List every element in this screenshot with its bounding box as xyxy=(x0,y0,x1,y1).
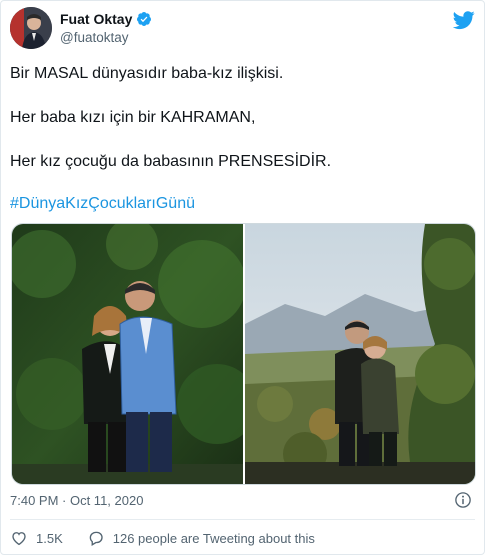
hashtag-link[interactable]: #DünyaKızÇocuklarıGünü xyxy=(10,193,195,215)
photo-garden[interactable] xyxy=(12,224,243,484)
heart-icon xyxy=(12,532,26,546)
tweet-line-2: Her baba kızı için bir KAHRAMAN, xyxy=(10,109,256,126)
photo-mountain[interactable] xyxy=(244,224,475,484)
author-handle[interactable]: @fuatoktay xyxy=(60,30,129,45)
tweet-media xyxy=(11,223,476,485)
tweet-line-1: Bir MASAL dünyasıdır baba-kız ilişkisi. xyxy=(10,65,284,82)
avatar[interactable] xyxy=(10,7,52,49)
info-icon[interactable] xyxy=(454,491,472,509)
divider xyxy=(10,519,475,520)
verified-badge-icon xyxy=(137,12,152,26)
tweeting-about-action[interactable]: 126 people are Tweeting about this xyxy=(87,529,315,547)
author-name[interactable]: Fuat Oktay xyxy=(60,11,132,27)
like-count: 1.5K xyxy=(36,530,63,546)
tweet-actions: 1.5K 126 people are Tweeting about this xyxy=(10,529,339,547)
tweet-header: Fuat Oktay @fuatoktay xyxy=(10,7,477,51)
tweet-card: Fuat Oktay @fuatoktay Bir MASAL dünyasıd… xyxy=(0,0,485,555)
tweet-line-3: Her kız çocuğu da babasının PRENSESİDİR. xyxy=(10,153,332,170)
twitter-bird-icon[interactable] xyxy=(453,9,475,31)
tweet-timestamp[interactable]: 7:40 PM · Oct 11, 2020 xyxy=(10,493,143,508)
author-name-row: Fuat Oktay xyxy=(60,11,152,27)
like-action[interactable]: 1.5K xyxy=(10,529,63,547)
speech-bubble-icon xyxy=(89,531,103,546)
tweeting-about-text: 126 people are Tweeting about this xyxy=(112,530,315,546)
